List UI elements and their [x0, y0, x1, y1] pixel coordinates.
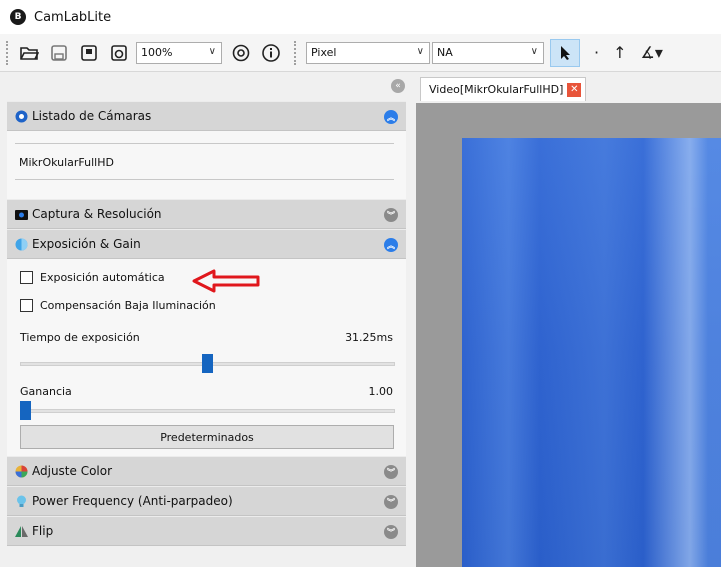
- section-exposure-label: Exposición & Gain: [32, 237, 141, 251]
- angle-icon[interactable]: ∡▾: [641, 43, 663, 62]
- auto-exposure-checkbox-row[interactable]: Exposición automática: [20, 271, 165, 284]
- section-color[interactable]: Adjuste Color ︾: [7, 456, 406, 486]
- chevron-down-icon[interactable]: ︾: [384, 495, 398, 509]
- chevron-up-icon[interactable]: ︽: [384, 110, 398, 124]
- collapse-row: «: [0, 73, 411, 101]
- gain-label: Ganancia: [20, 385, 72, 398]
- low-light-checkbox-row[interactable]: Compensación Baja Iluminación: [20, 299, 216, 312]
- capture-icon[interactable]: [106, 40, 132, 66]
- gain-slider-thumb[interactable]: [20, 401, 31, 420]
- camera-list-item[interactable]: MikrOkularFullHD: [19, 156, 114, 169]
- chevron-down-icon[interactable]: ︾: [384, 465, 398, 479]
- defaults-button[interactable]: Predeterminados: [20, 425, 394, 449]
- exposure-time-slider-thumb[interactable]: [202, 354, 213, 373]
- low-light-label: Compensación Baja Iluminación: [40, 299, 216, 312]
- save-icon[interactable]: [46, 40, 72, 66]
- flip-icon: [15, 525, 28, 538]
- camera-list-body: MikrOkularFullHD: [7, 131, 406, 199]
- annotation-arrow-icon: [192, 269, 260, 293]
- arrow-up-icon[interactable]: ↑: [613, 43, 626, 62]
- chevron-down-icon: ∨: [416, 45, 424, 57]
- section-capture[interactable]: Captura & Resolución ︾: [7, 199, 406, 229]
- zoom-select[interactable]: 100% ∨: [136, 41, 222, 64]
- settings-panel: Listado de Cámaras ︽ MikrOkularFullHD Ca…: [7, 101, 406, 546]
- close-icon[interactable]: ✕: [567, 82, 582, 97]
- open-folder-icon[interactable]: [16, 40, 42, 66]
- section-camera-list-label: Listado de Cámaras: [32, 109, 152, 123]
- color-wheel-icon: [15, 465, 28, 478]
- video-frame[interactable]: [462, 138, 721, 567]
- exposure-time-value: 31.25ms: [345, 331, 393, 344]
- pointer-icon[interactable]: [550, 38, 580, 67]
- na-select[interactable]: NA ∨: [432, 41, 544, 64]
- section-flip[interactable]: Flip ︾: [7, 516, 406, 546]
- section-camera-list[interactable]: Listado de Cámaras ︽: [7, 101, 406, 131]
- bulb-icon: [15, 495, 28, 508]
- collapse-panel-icon[interactable]: «: [391, 79, 405, 93]
- video-viewport[interactable]: [416, 103, 721, 567]
- na-value: NA: [437, 46, 453, 59]
- app-title: CamLabLite: [34, 9, 112, 25]
- camera-list-icon: [15, 110, 28, 123]
- unit-value: Pixel: [311, 46, 337, 59]
- section-power[interactable]: Power Frequency (Anti-parpadeo) ︾: [7, 486, 406, 516]
- app-logo: B: [10, 9, 26, 25]
- info-icon[interactable]: [258, 40, 284, 66]
- toolbar-grip[interactable]: [6, 40, 10, 65]
- divider: [15, 143, 394, 144]
- section-flip-label: Flip: [32, 524, 54, 538]
- video-area: Video[MikrOkularFullHD] ✕: [416, 73, 721, 567]
- zoom-value: 100%: [141, 46, 173, 59]
- section-color-label: Adjuste Color: [32, 464, 113, 478]
- section-capture-label: Captura & Resolución: [32, 207, 162, 221]
- divider: [15, 179, 394, 180]
- save-video-icon[interactable]: [76, 40, 102, 66]
- section-power-label: Power Frequency (Anti-parpadeo): [32, 494, 233, 508]
- chevron-down-icon: ∨: [208, 45, 216, 57]
- settings-icon[interactable]: [228, 40, 254, 66]
- toolbar-grip-2[interactable]: [294, 40, 298, 65]
- auto-exposure-label: Exposición automática: [40, 271, 165, 284]
- unit-select[interactable]: Pixel ∨: [306, 41, 430, 64]
- tab-video-label: Video[MikrOkularFullHD]: [429, 83, 564, 96]
- exposure-time-label: Tiempo de exposición: [20, 331, 140, 344]
- dot-icon[interactable]: ·: [594, 43, 599, 62]
- title-bar: B CamLabLite: [0, 0, 721, 34]
- tab-video[interactable]: Video[MikrOkularFullHD] ✕: [420, 77, 587, 101]
- left-panel: « Listado de Cámaras ︽ MikrOkularFullHD …: [0, 73, 411, 567]
- chevron-down-icon[interactable]: ︾: [384, 525, 398, 539]
- auto-exposure-checkbox[interactable]: [20, 271, 33, 284]
- low-light-checkbox[interactable]: [20, 299, 33, 312]
- chevron-up-icon[interactable]: ︽: [384, 238, 398, 252]
- gain-value: 1.00: [368, 385, 394, 398]
- toolbar: 100% ∨ Pixel ∨ NA ∨ · ↑ ∡▾: [0, 34, 721, 72]
- chevron-down-icon: ∨: [530, 45, 538, 57]
- camera-icon: [15, 208, 28, 221]
- exposure-body: Exposición automática Compensación Baja …: [7, 259, 406, 456]
- section-exposure[interactable]: Exposición & Gain ︽: [7, 229, 406, 259]
- chevron-down-icon[interactable]: ︾: [384, 208, 398, 222]
- gain-slider[interactable]: [20, 409, 395, 413]
- exposure-icon: [15, 238, 28, 251]
